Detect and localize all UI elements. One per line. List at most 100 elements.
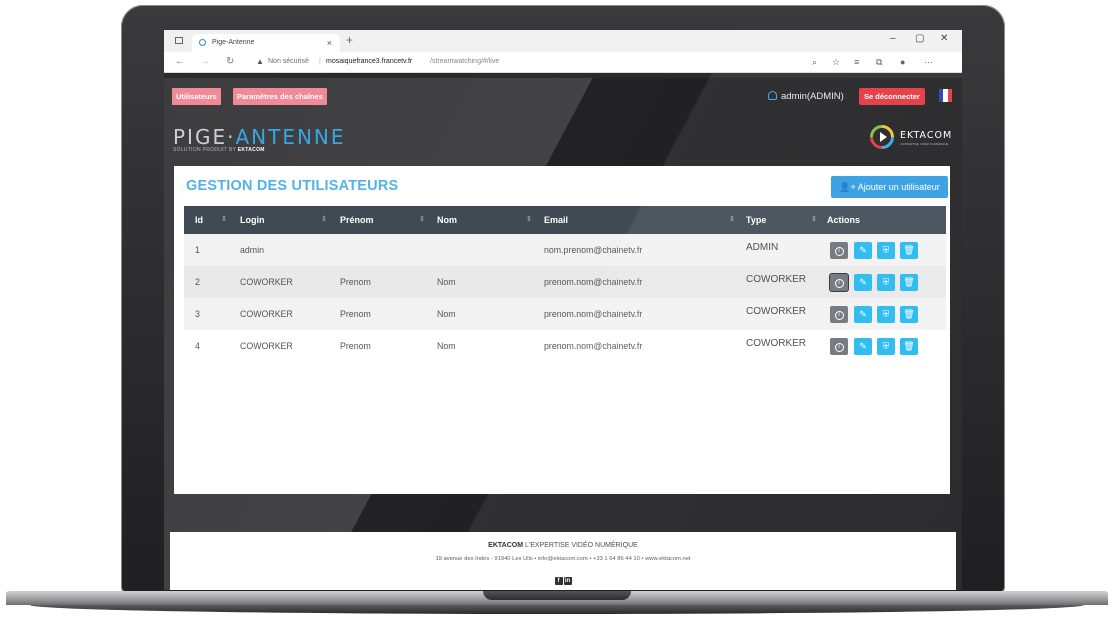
sort-icon[interactable]: ⇕ — [811, 206, 817, 234]
laptop-notch — [483, 591, 631, 600]
browser-tab[interactable]: Pige-Antenne × — [192, 34, 340, 52]
security-label[interactable]: Non sécurisé — [268, 52, 309, 72]
pencil-icon[interactable]: ✎ — [854, 338, 872, 355]
url-host[interactable]: mosaiquefrance3.francetv.fr — [326, 52, 412, 72]
cell-prenom: Prenom — [340, 309, 371, 319]
current-user[interactable]: admin(ADMIN) — [768, 88, 844, 105]
more-menu-icon[interactable]: ··· — [924, 52, 933, 72]
cell-type: COWORKER — [746, 338, 806, 349]
minimize-button[interactable]: – — [890, 33, 896, 44]
favorite-icon[interactable]: ☆ — [832, 52, 840, 72]
browser-tabbar: Pige-Antenne × + – ▢ ✕ — [164, 30, 962, 52]
pige-antenne-logo: PIGE·ANTENNE — [173, 125, 346, 149]
sort-icon[interactable]: ⇕ — [729, 206, 735, 234]
trash-icon[interactable]: 🗑 — [900, 274, 918, 291]
cell-login: COWORKER — [240, 341, 293, 351]
nav-users-button[interactable]: Utilisateurs — [172, 88, 221, 105]
pencil-icon[interactable]: ✎ — [854, 242, 872, 259]
info-icon[interactable]: i — [830, 338, 848, 355]
tab-close-icon[interactable]: × — [327, 34, 332, 52]
logo-part2: ANTENNE — [235, 125, 346, 149]
nav-channels-button[interactable]: Paramètres des chaînes — [233, 88, 327, 105]
logo-subtitle: SOLUTION PRODUIT BY EKTACOM — [173, 147, 265, 153]
user-icon — [768, 91, 777, 100]
cell-login: admin — [240, 245, 264, 255]
info-icon[interactable]: i — [830, 306, 848, 323]
sort-icon[interactable]: ⇕ — [419, 206, 425, 234]
sort-icon[interactable]: ⇕ — [321, 206, 327, 234]
column-type[interactable]: Type — [746, 206, 766, 234]
column-email[interactable]: Email — [544, 206, 568, 234]
add-user-button[interactable]: 👤+ Ajouter un utilisateur — [831, 176, 948, 198]
new-tab-button[interactable]: + — [346, 33, 353, 47]
column-login[interactable]: Login — [240, 206, 265, 234]
column-prenom[interactable]: Prénom — [340, 206, 374, 234]
french-flag-icon[interactable] — [939, 89, 952, 102]
collections-icon[interactable]: ⧉ — [876, 52, 882, 72]
facebook-icon[interactable]: f — [554, 577, 563, 585]
cell-type: COWORKER — [746, 274, 806, 285]
laptop-screen: Pige-Antenne × + – ▢ ✕ ← → ↻ ▲ Non sécur… — [164, 30, 962, 590]
linkedin-icon[interactable]: in — [563, 577, 572, 585]
profile-icon[interactable]: ● — [900, 52, 905, 72]
favorites-list-icon[interactable]: ≡ — [854, 52, 859, 72]
trash-icon[interactable]: 🗑 — [900, 338, 918, 355]
cell-id: 3 — [195, 309, 200, 319]
sort-icon[interactable]: ⇕ — [221, 206, 227, 234]
ektacom-name: EKTACOM — [900, 130, 953, 141]
cell-type: COWORKER — [746, 306, 806, 317]
info-icon[interactable]: i — [830, 242, 848, 259]
ektacom-logo: EKTACOM L'EXPERTISE VIDÉO NUMÉRIQUE — [870, 125, 952, 151]
footer-address: 19 avenue des Indes - 91940 Les Ulis • i… — [435, 556, 691, 562]
shield-icon[interactable]: ⛨ — [877, 274, 895, 291]
footer-social: f in — [554, 569, 572, 587]
add-user-label: Ajouter un utilisateur — [857, 182, 940, 192]
user-label: admin(ADMIN) — [781, 91, 844, 102]
cell-email: nom.prenom@chainetv.fr — [544, 245, 643, 255]
maximize-button[interactable]: ▢ — [915, 33, 924, 44]
close-window-button[interactable]: ✕ — [940, 33, 948, 44]
cell-email: prenom.nom@chainetv.fr — [544, 309, 643, 319]
ektacom-emblem-icon — [870, 125, 894, 149]
laptop-base — [0, 591, 1114, 622]
laptop-base-bottom — [30, 605, 1084, 614]
tab-title: Pige-Antenne — [212, 39, 255, 46]
warning-icon[interactable]: ▲ — [256, 52, 264, 72]
shield-icon[interactable]: ⛨ — [877, 338, 895, 355]
url-separator: | — [319, 58, 321, 65]
sort-icon[interactable]: ⇕ — [526, 206, 532, 234]
cell-id: 2 — [195, 277, 200, 287]
pencil-icon[interactable]: ✎ — [854, 306, 872, 323]
shield-icon[interactable]: ⛨ — [877, 242, 895, 259]
cell-type: ADMIN — [746, 242, 779, 253]
forward-icon[interactable]: → — [200, 52, 210, 72]
url-path[interactable]: /streamwatching/#/live — [430, 52, 499, 72]
table-header: Id ⇕ Login ⇕ Prénom ⇕ Nom ⇕ Email ⇕ Type… — [184, 206, 946, 234]
tab-actions-icon[interactable] — [175, 37, 183, 44]
cell-prenom: Prenom — [340, 341, 371, 351]
cell-id: 1 — [195, 245, 200, 255]
back-icon[interactable]: ← — [175, 52, 185, 72]
users-panel: GESTION DES UTILISATEURS 👤+ Ajouter un u… — [174, 166, 950, 494]
shield-icon[interactable]: ⛨ — [877, 306, 895, 323]
pencil-icon[interactable]: ✎ — [854, 274, 872, 291]
cell-prenom: Prenom — [340, 277, 371, 287]
info-icon[interactable]: i — [830, 274, 848, 291]
cell-email: prenom.nom@chainetv.fr — [544, 341, 643, 351]
logout-button[interactable]: Se déconnecter — [859, 88, 925, 105]
search-page-icon[interactable]: ⌕ — [812, 52, 817, 72]
page-title: GESTION DES UTILISATEURS — [186, 178, 399, 194]
column-id[interactable]: Id — [195, 206, 203, 234]
trash-icon[interactable]: 🗑 — [900, 242, 918, 259]
column-nom[interactable]: Nom — [437, 206, 457, 234]
ektacom-tagline: L'EXPERTISE VIDÉO NUMÉRIQUE — [900, 142, 949, 146]
trash-icon[interactable]: 🗑 — [900, 306, 918, 323]
add-user-icon: 👤+ — [839, 182, 856, 192]
table-row: 3 COWORKER Prenom Nom prenom.nom@chainet… — [184, 298, 946, 330]
table-row: 4 COWORKER Prenom Nom prenom.nom@chainet… — [184, 330, 946, 362]
cell-email: prenom.nom@chainetv.fr — [544, 277, 643, 287]
logo-part1: PIGE· — [173, 125, 236, 149]
cell-login: COWORKER — [240, 277, 293, 287]
table-row: 1 admin nom.prenom@chainetv.fr ADMIN i ✎… — [184, 234, 946, 266]
refresh-icon[interactable]: ↻ — [226, 52, 234, 72]
